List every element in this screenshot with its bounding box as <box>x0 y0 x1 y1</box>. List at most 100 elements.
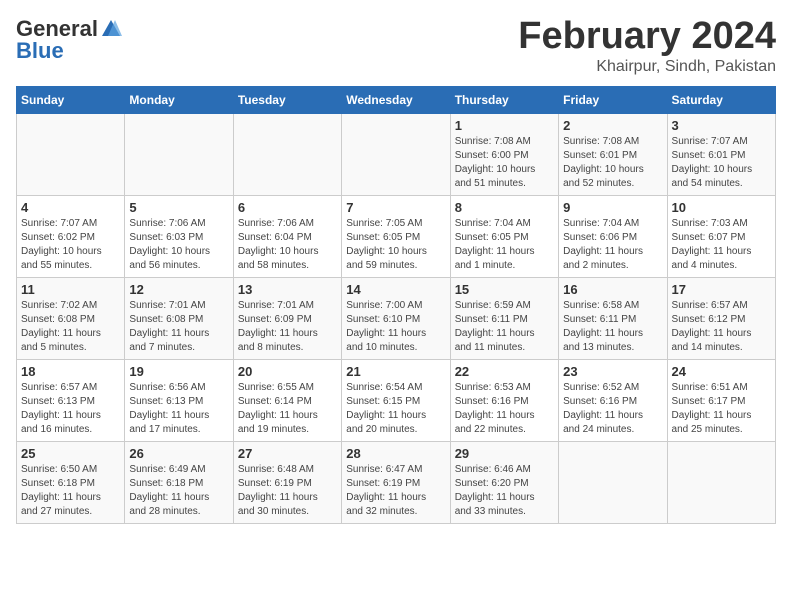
day-info: Sunrise: 6:58 AM Sunset: 6:11 PM Dayligh… <box>563 299 662 355</box>
calendar-cell: 8 Sunrise: 7:04 AM Sunset: 6:05 PM Daylig… <box>450 195 558 277</box>
calendar-week-row: 18Sunrise: 6:57 AM Sunset: 6:13 PM Dayli… <box>17 359 776 441</box>
day-number: 7 <box>346 200 445 215</box>
day-info: Sunrise: 6:55 AM Sunset: 6:14 PM Dayligh… <box>238 381 337 437</box>
day-number: 4 <box>21 200 120 215</box>
calendar-cell: 29Sunrise: 6:46 AM Sunset: 6:20 PM Dayli… <box>450 441 558 523</box>
day-info: Sunrise: 6:49 AM Sunset: 6:18 PM Dayligh… <box>129 463 228 519</box>
calendar-cell: 6 Sunrise: 7:06 AM Sunset: 6:04 PM Daylig… <box>233 195 341 277</box>
day-number: 23 <box>563 364 662 379</box>
calendar-cell: 28 Sunrise: 6:47 AM Sunset: 6:19 PM Dayli… <box>342 441 450 523</box>
calendar-cell: 19Sunrise: 6:56 AM Sunset: 6:13 PM Dayli… <box>125 359 233 441</box>
calendar-table: SundayMondayTuesdayWednesdayThursdayFrid… <box>16 86 776 524</box>
day-number: 15 <box>455 282 554 297</box>
calendar-cell: 22 Sunrise: 6:53 AM Sunset: 6:16 PM Dayli… <box>450 359 558 441</box>
calendar-header-cell: Sunday <box>17 86 125 113</box>
day-info: Sunrise: 7:01 AM Sunset: 6:09 PM Dayligh… <box>238 299 337 355</box>
day-number: 12 <box>129 282 228 297</box>
day-number: 16 <box>563 282 662 297</box>
day-info: Sunrise: 7:06 AM Sunset: 6:04 PM Dayligh… <box>238 217 337 273</box>
calendar-week-row: 1 Sunrise: 7:08 AM Sunset: 6:00 PM Daylig… <box>17 113 776 195</box>
main-title: February 2024 <box>518 16 776 58</box>
calendar-body: 1 Sunrise: 7:08 AM Sunset: 6:00 PM Daylig… <box>17 113 776 523</box>
calendar-header-cell: Saturday <box>667 86 775 113</box>
calendar-cell <box>125 113 233 195</box>
day-number: 17 <box>672 282 771 297</box>
day-info: Sunrise: 7:07 AM Sunset: 6:01 PM Dayligh… <box>672 135 771 191</box>
calendar-cell <box>233 113 341 195</box>
calendar-cell: 25 Sunrise: 6:50 AM Sunset: 6:18 PM Dayli… <box>17 441 125 523</box>
page-header: General Blue February 2024 Khairpur, Sin… <box>16 16 776 76</box>
logo-icon <box>100 18 122 40</box>
calendar-cell: 4Sunrise: 7:07 AM Sunset: 6:02 PM Daylig… <box>17 195 125 277</box>
day-number: 29 <box>455 446 554 461</box>
calendar-cell: 2 Sunrise: 7:08 AM Sunset: 6:01 PM Daylig… <box>559 113 667 195</box>
day-info: Sunrise: 6:57 AM Sunset: 6:12 PM Dayligh… <box>672 299 771 355</box>
day-number: 1 <box>455 118 554 133</box>
calendar-header-cell: Thursday <box>450 86 558 113</box>
calendar-cell: 5Sunrise: 7:06 AM Sunset: 6:03 PM Daylig… <box>125 195 233 277</box>
day-number: 27 <box>238 446 337 461</box>
day-number: 19 <box>129 364 228 379</box>
day-number: 20 <box>238 364 337 379</box>
day-info: Sunrise: 6:53 AM Sunset: 6:16 PM Dayligh… <box>455 381 554 437</box>
logo: General Blue <box>16 16 122 64</box>
day-number: 10 <box>672 200 771 215</box>
calendar-cell: 11 Sunrise: 7:02 AM Sunset: 6:08 PM Dayli… <box>17 277 125 359</box>
calendar-cell: 1 Sunrise: 7:08 AM Sunset: 6:00 PM Daylig… <box>450 113 558 195</box>
day-info: Sunrise: 6:57 AM Sunset: 6:13 PM Dayligh… <box>21 381 120 437</box>
calendar-cell: 9Sunrise: 7:04 AM Sunset: 6:06 PM Daylig… <box>559 195 667 277</box>
calendar-cell: 7 Sunrise: 7:05 AM Sunset: 6:05 PM Daylig… <box>342 195 450 277</box>
calendar-cell: 3 Sunrise: 7:07 AM Sunset: 6:01 PM Daylig… <box>667 113 775 195</box>
calendar-cell: 23Sunrise: 6:52 AM Sunset: 6:16 PM Dayli… <box>559 359 667 441</box>
calendar-cell <box>342 113 450 195</box>
calendar-cell: 16 Sunrise: 6:58 AM Sunset: 6:11 PM Dayli… <box>559 277 667 359</box>
day-number: 3 <box>672 118 771 133</box>
calendar-header-cell: Wednesday <box>342 86 450 113</box>
day-number: 28 <box>346 446 445 461</box>
day-number: 22 <box>455 364 554 379</box>
day-number: 14 <box>346 282 445 297</box>
day-number: 2 <box>563 118 662 133</box>
calendar-cell: 10 Sunrise: 7:03 AM Sunset: 6:07 PM Dayli… <box>667 195 775 277</box>
calendar-week-row: 11 Sunrise: 7:02 AM Sunset: 6:08 PM Dayli… <box>17 277 776 359</box>
calendar-week-row: 25 Sunrise: 6:50 AM Sunset: 6:18 PM Dayli… <box>17 441 776 523</box>
day-info: Sunrise: 6:47 AM Sunset: 6:19 PM Dayligh… <box>346 463 445 519</box>
calendar-header-cell: Friday <box>559 86 667 113</box>
day-info: Sunrise: 6:54 AM Sunset: 6:15 PM Dayligh… <box>346 381 445 437</box>
day-info: Sunrise: 6:59 AM Sunset: 6:11 PM Dayligh… <box>455 299 554 355</box>
day-number: 24 <box>672 364 771 379</box>
calendar-cell <box>17 113 125 195</box>
day-number: 8 <box>455 200 554 215</box>
calendar-cell: 14 Sunrise: 7:00 AM Sunset: 6:10 PM Dayli… <box>342 277 450 359</box>
calendar-cell: 21 Sunrise: 6:54 AM Sunset: 6:15 PM Dayli… <box>342 359 450 441</box>
day-number: 26 <box>129 446 228 461</box>
calendar-week-row: 4Sunrise: 7:07 AM Sunset: 6:02 PM Daylig… <box>17 195 776 277</box>
day-number: 21 <box>346 364 445 379</box>
calendar-cell: 26 Sunrise: 6:49 AM Sunset: 6:18 PM Dayli… <box>125 441 233 523</box>
calendar-cell: 15 Sunrise: 6:59 AM Sunset: 6:11 PM Dayli… <box>450 277 558 359</box>
day-info: Sunrise: 7:08 AM Sunset: 6:01 PM Dayligh… <box>563 135 662 191</box>
day-info: Sunrise: 7:05 AM Sunset: 6:05 PM Dayligh… <box>346 217 445 273</box>
day-number: 5 <box>129 200 228 215</box>
day-info: Sunrise: 7:00 AM Sunset: 6:10 PM Dayligh… <box>346 299 445 355</box>
calendar-header-cell: Monday <box>125 86 233 113</box>
calendar-cell: 18Sunrise: 6:57 AM Sunset: 6:13 PM Dayli… <box>17 359 125 441</box>
day-info: Sunrise: 7:03 AM Sunset: 6:07 PM Dayligh… <box>672 217 771 273</box>
day-number: 13 <box>238 282 337 297</box>
day-info: Sunrise: 7:08 AM Sunset: 6:00 PM Dayligh… <box>455 135 554 191</box>
calendar-cell <box>559 441 667 523</box>
day-info: Sunrise: 6:51 AM Sunset: 6:17 PM Dayligh… <box>672 381 771 437</box>
day-number: 6 <box>238 200 337 215</box>
day-info: Sunrise: 7:01 AM Sunset: 6:08 PM Dayligh… <box>129 299 228 355</box>
calendar-header-cell: Tuesday <box>233 86 341 113</box>
calendar-cell: 24 Sunrise: 6:51 AM Sunset: 6:17 PM Dayli… <box>667 359 775 441</box>
day-number: 25 <box>21 446 120 461</box>
day-info: Sunrise: 6:50 AM Sunset: 6:18 PM Dayligh… <box>21 463 120 519</box>
title-section: February 2024 Khairpur, Sindh, Pakistan <box>518 16 776 76</box>
calendar-cell: 27Sunrise: 6:48 AM Sunset: 6:19 PM Dayli… <box>233 441 341 523</box>
day-info: Sunrise: 7:04 AM Sunset: 6:05 PM Dayligh… <box>455 217 554 273</box>
calendar-cell: 20 Sunrise: 6:55 AM Sunset: 6:14 PM Dayli… <box>233 359 341 441</box>
day-number: 11 <box>21 282 120 297</box>
day-info: Sunrise: 7:02 AM Sunset: 6:08 PM Dayligh… <box>21 299 120 355</box>
logo-blue: Blue <box>16 38 64 64</box>
